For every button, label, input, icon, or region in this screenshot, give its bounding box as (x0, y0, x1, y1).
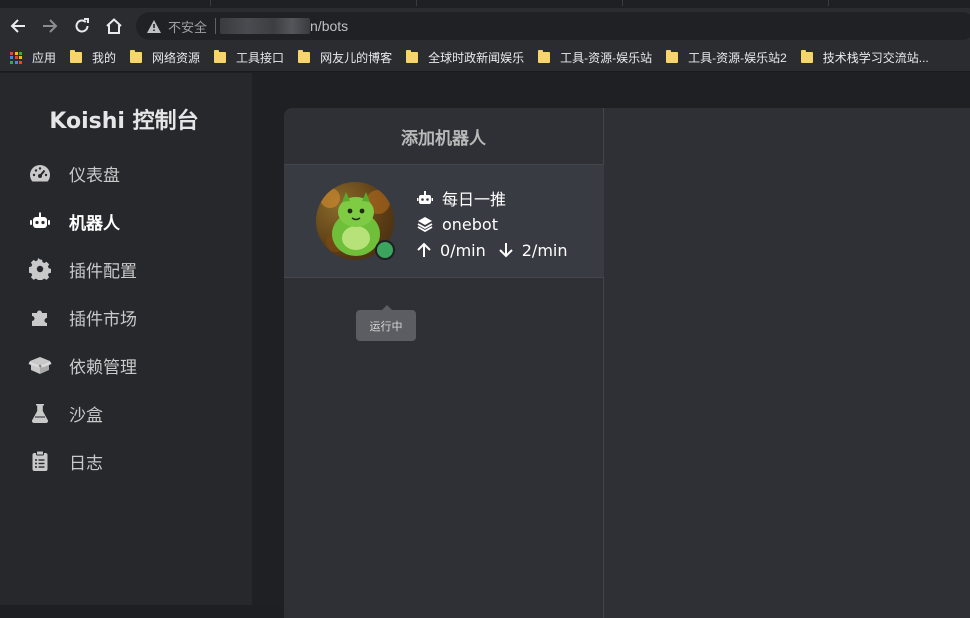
sidebar-item-label: 插件市场 (69, 309, 137, 330)
brand-title: Koishi 控制台 (49, 109, 199, 134)
robot-icon (416, 189, 434, 207)
bot-name: 每日一推 (442, 190, 507, 209)
sidebar-item-dashboard[interactable]: 仪表盘 (28, 158, 228, 188)
bot-card[interactable]: 每日一推 onebot 0/min 2/min (284, 165, 604, 278)
puzzle-icon (28, 305, 52, 329)
add-bot-button[interactable]: 添加机器人 (284, 108, 603, 165)
bookmark-folder[interactable]: 网友儿的博客 (298, 49, 392, 66)
sidebar-item-label: 依赖管理 (69, 357, 137, 378)
bookmark-folder[interactable]: 工具接口 (214, 49, 284, 66)
robot-icon (28, 209, 52, 233)
bookmark-folder[interactable]: 全球时政新闻娱乐 (406, 49, 524, 66)
sidebar-item-box[interactable]: 依赖管理 (28, 350, 228, 380)
folder-icon (130, 50, 143, 63)
forward-button[interactable] (38, 14, 62, 38)
gear-icon (28, 257, 52, 281)
folder-icon (70, 50, 83, 63)
bookmarks-bar: 应用 我的 网络资源 工具接口 网友儿的博客 全球时政新闻娱乐 工具-资源-娱乐站 工具-资源… (0, 44, 970, 72)
reload-icon (75, 18, 89, 33)
bots-panel: 添加机器人 每日一推 onebot 0/min 2/min 运行中 (284, 108, 970, 618)
bookmark-label: 工具接口 (236, 51, 285, 65)
warning-icon (146, 18, 162, 34)
reload-button[interactable] (70, 14, 94, 38)
dashboard-icon (28, 161, 52, 185)
tab-strip (0, 0, 970, 8)
sidebar-item-label: 插件配置 (69, 261, 137, 282)
arrow-right-icon (43, 19, 58, 33)
layers-icon (416, 215, 434, 233)
home-icon (106, 18, 122, 34)
folder-icon (800, 50, 813, 63)
folder-icon (214, 50, 227, 63)
bookmark-label: 网友儿的博客 (320, 51, 393, 65)
sidebar-item-label: 机器人 (69, 213, 120, 234)
box-icon (28, 353, 52, 377)
bookmark-label: 应用 (32, 51, 57, 65)
arrow-up-icon (416, 242, 432, 258)
sidebar-item-robot[interactable]: 机器人 (28, 206, 228, 236)
sidebar-item-puzzle[interactable]: 插件市场 (28, 302, 228, 332)
url-text: n/bots (310, 18, 349, 34)
bookmark-label: 我的 (92, 51, 117, 65)
bot-info: 每日一推 onebot 0/min 2/min (416, 185, 568, 263)
folder-icon (406, 50, 419, 63)
status-indicator[interactable] (375, 240, 395, 260)
bookmark-label: 网络资源 (152, 51, 201, 65)
address-bar[interactable]: 不安全 n/bots (136, 12, 970, 40)
bookmark-folder[interactable]: 我的 (70, 49, 116, 66)
bookmark-folder[interactable]: 工具-资源-娱乐站 (538, 49, 652, 66)
bookmark-label: 技术栈学习交流站... (822, 51, 929, 65)
bookmark-label: 工具-资源-娱乐站2 (688, 51, 787, 65)
back-button[interactable] (6, 14, 30, 38)
sidebar-item-label: 日志 (69, 453, 103, 474)
sidebar-item-label: 仪表盘 (69, 165, 120, 186)
bot-platform: onebot (442, 214, 498, 234)
bookmark-folder[interactable]: 网络资源 (130, 49, 200, 66)
apps-grid-icon (10, 51, 22, 64)
folder-icon (666, 50, 679, 63)
sidebar: Koishi 控制台 仪表盘机器人插件配置插件市场依赖管理沙盒日志 (0, 73, 252, 605)
sidebar-item-clipboard[interactable]: 日志 (28, 446, 228, 476)
folder-icon (538, 50, 551, 63)
home-button[interactable] (102, 14, 126, 38)
clipboard-icon (28, 449, 52, 473)
arrow-down-icon (498, 242, 514, 258)
received-rate: 2/min (521, 240, 568, 260)
browser-toolbar: 不安全 n/bots (0, 8, 970, 44)
redacted-host (220, 18, 311, 34)
status-tooltip: 运行中 (356, 305, 416, 341)
sent-rate: 0/min (440, 240, 486, 260)
bookmark-apps[interactable]: 应用 (10, 49, 56, 66)
arrow-left-icon (10, 19, 25, 33)
bookmark-folder[interactable]: 技术栈学习交流站... (800, 49, 929, 66)
folder-icon (298, 50, 311, 63)
sidebar-item-label: 沙盒 (69, 405, 103, 426)
bookmark-folder[interactable]: 工具-资源-娱乐站2 (666, 49, 787, 66)
sidebar-item-gear[interactable]: 插件配置 (28, 254, 228, 284)
koishi-console: Koishi 控制台 仪表盘机器人插件配置插件市场依赖管理沙盒日志 添加机器人 (0, 73, 970, 618)
security-label: 不安全 (168, 19, 208, 35)
main-content: 添加机器人 每日一推 onebot 0/min 2/min 运行中 (252, 73, 970, 618)
bookmark-label: 工具-资源-娱乐站 (560, 51, 653, 65)
sidebar-item-flask[interactable]: 沙盒 (28, 398, 228, 428)
bookmark-label: 全球时政新闻娱乐 (428, 51, 525, 65)
flask-icon (28, 401, 52, 425)
bot-list: 添加机器人 每日一推 onebot 0/min 2/min 运行中 (284, 108, 604, 618)
